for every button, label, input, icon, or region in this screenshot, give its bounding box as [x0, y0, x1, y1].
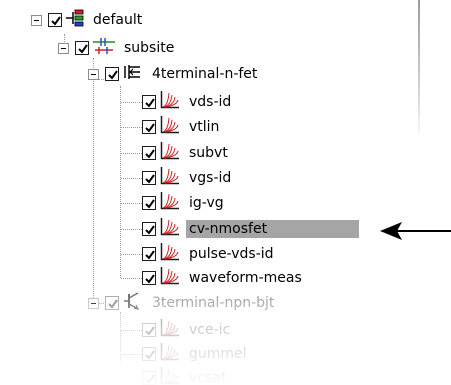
node-checkbox[interactable] [142, 222, 156, 236]
tree-connector [121, 354, 142, 355]
tree-connector [121, 278, 142, 279]
node-checkbox[interactable] [75, 41, 89, 55]
node-checkbox[interactable] [142, 95, 156, 109]
node-label: vds-id [189, 94, 232, 110]
node-label: subvt [189, 145, 228, 161]
node-checkbox[interactable] [142, 371, 156, 385]
tree-node-vtlin[interactable]: vtlin [142, 116, 222, 138]
curve-plot-icon [160, 192, 180, 214]
tree-node-gummel[interactable]: gummel [142, 343, 250, 365]
curve-plot-icon [160, 367, 180, 385]
subsite-icon [93, 37, 115, 59]
node-checkbox[interactable] [142, 196, 156, 210]
tree-node-subsite[interactable]: subsite [58, 37, 177, 59]
collapse-toggle[interactable] [58, 42, 69, 54]
collapse-toggle[interactable] [88, 68, 99, 80]
tree-node-subvt[interactable]: subvt [142, 142, 231, 164]
node-label: cv-nmosfet [186, 220, 359, 238]
node-checkbox[interactable] [142, 247, 156, 261]
tree-node-vds-id[interactable]: vds-id [142, 91, 234, 113]
node-checkbox[interactable] [105, 296, 119, 310]
node-label: gummel [189, 346, 247, 362]
tree-connector [121, 330, 142, 331]
node-label: default [93, 12, 143, 28]
node-label: ig-vg [189, 195, 224, 211]
tree-connector [121, 229, 142, 230]
node-label: vgs-id [189, 170, 232, 186]
tree-connector [93, 58, 94, 304]
curve-plot-icon [160, 343, 180, 365]
node-checkbox[interactable] [142, 323, 156, 337]
tree-node-default[interactable]: default [31, 9, 145, 31]
curve-plot-icon [160, 116, 180, 138]
node-checkbox[interactable] [142, 347, 156, 361]
tree-connector [121, 178, 142, 179]
node-checkbox[interactable] [142, 271, 156, 285]
pointer-arrow-icon [380, 222, 451, 240]
node-label: 3terminal-npn-bjt [152, 295, 275, 311]
node-label: subsite [124, 40, 175, 56]
curve-plot-icon [160, 243, 180, 265]
curve-plot-icon [160, 319, 180, 341]
tree-node-4terminal-n-fet[interactable]: 4terminal-n-fet [88, 63, 260, 85]
bjt-transistor-icon [123, 292, 143, 314]
tree-connector [121, 127, 142, 128]
hierarchy-icon [66, 9, 84, 31]
tree-node-cv-nmosfet[interactable]: cv-nmosfet [142, 218, 359, 240]
node-checkbox[interactable] [142, 120, 156, 134]
curve-plot-icon [160, 267, 180, 289]
node-label: vtlin [189, 119, 220, 135]
tree-connector [121, 102, 142, 103]
panel-border [418, 0, 420, 140]
tree-node-ig-vg[interactable]: ig-vg [142, 192, 227, 214]
node-label: pulse-vds-id [189, 246, 274, 262]
node-label: 4terminal-n-fet [152, 66, 258, 82]
tree-connector [121, 153, 142, 154]
node-label: waveform-meas [189, 270, 302, 286]
tree-node-pulse-vds-id[interactable]: pulse-vds-id [142, 243, 277, 265]
tree-connector [121, 203, 142, 204]
tree-node-3terminal-npn-bjt[interactable]: 3terminal-npn-bjt [88, 292, 277, 314]
collapse-toggle[interactable] [88, 297, 99, 309]
curve-plot-icon [160, 91, 180, 113]
fet-transistor-icon [123, 63, 143, 85]
tree-connector [121, 254, 142, 255]
tree-node-vcsat[interactable]: vcsat [142, 367, 229, 385]
curve-plot-icon [160, 218, 180, 240]
node-checkbox[interactable] [105, 67, 119, 81]
node-checkbox[interactable] [142, 171, 156, 185]
tree-node-vgs-id[interactable]: vgs-id [142, 167, 234, 189]
curve-plot-icon [160, 167, 180, 189]
tree-panel: default subsite 4terminal-n-fet vds-id v… [0, 0, 428, 385]
node-checkbox[interactable] [142, 146, 156, 160]
tree-node-vce-ic[interactable]: vce-ic [142, 319, 233, 341]
curve-plot-icon [160, 142, 180, 164]
node-checkbox[interactable] [48, 13, 62, 27]
tree-connector [120, 312, 121, 364]
tree-node-waveform-meas[interactable]: waveform-meas [142, 267, 305, 289]
tree-connector [120, 86, 121, 278]
node-label: vcsat [189, 370, 227, 385]
node-label: vce-ic [189, 322, 231, 338]
collapse-toggle[interactable] [31, 14, 42, 26]
